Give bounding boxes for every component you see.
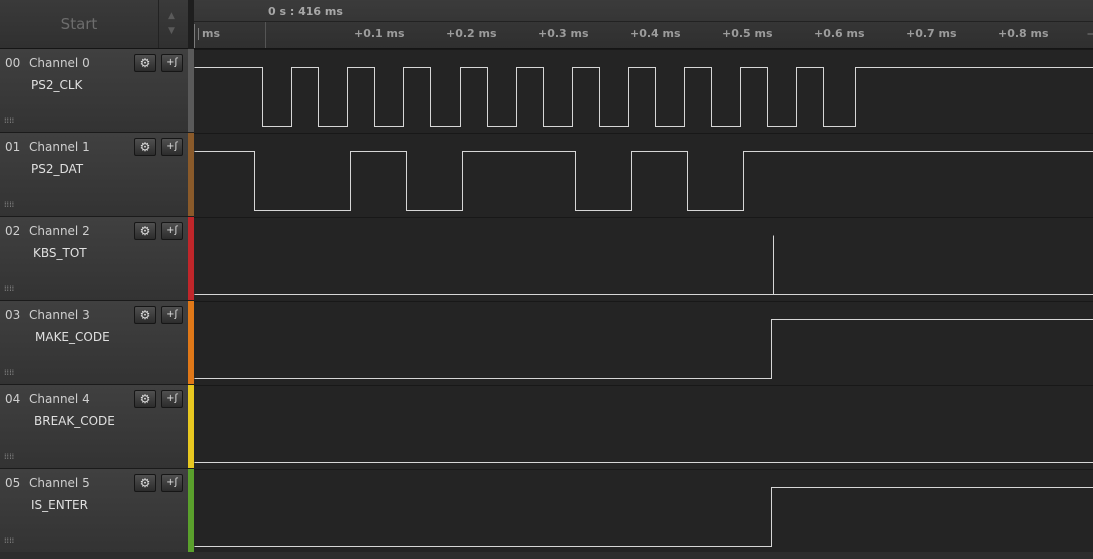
scroll-up-icon[interactable]: ▲ — [168, 12, 175, 21]
ruler-ticks — [194, 22, 1093, 48]
channel-name: Channel 2 — [29, 224, 90, 238]
gear-icon[interactable]: ⚙ — [134, 306, 156, 324]
waveform-make-code — [194, 319, 1093, 379]
trigger-icon[interactable]: +ʃ — [161, 306, 183, 324]
channel-name: Channel 5 — [29, 476, 90, 490]
channel-name: Channel 3 — [29, 308, 90, 322]
channel-number: 04 — [5, 392, 21, 406]
start-scroll[interactable]: ▲ ▼ — [158, 0, 188, 48]
trigger-icon[interactable]: +ʃ — [161, 54, 183, 72]
gear-icon[interactable]: ⚙ — [134, 222, 156, 240]
scroll-down-icon[interactable]: ▼ — [168, 27, 175, 36]
waveform-area[interactable]: 0 s : 416 ms ms +0.1 ms +0.2 ms +0.3 ms … — [194, 0, 1093, 559]
waveform-is-enter — [194, 487, 1093, 547]
gear-icon[interactable]: ⚙ — [134, 138, 156, 156]
channel-number: 02 — [5, 224, 21, 238]
channel-label[interactable]: MAKE_CODE — [35, 330, 110, 344]
waveform-ps2-clk — [194, 67, 1093, 127]
channel-row-4: 04 Channel 4 BREAK_CODE ⚙ +ʃ ⁞⁞⁞⁞ — [0, 385, 188, 469]
drag-handle-icon[interactable]: ⁞⁞⁞⁞ — [4, 452, 14, 461]
trigger-icon[interactable]: +ʃ — [161, 390, 183, 408]
channel-row-1: 01 Channel 1 PS2_DAT ⚙ +ʃ ⁞⁞⁞⁞ — [0, 133, 188, 217]
gear-icon[interactable]: ⚙ — [134, 54, 156, 72]
channel-row-3: 03 Channel 3 MAKE_CODE ⚙ +ʃ ⁞⁞⁞⁞ — [0, 301, 188, 385]
channel-row-0: 00 Channel 0 PS2_CLK ⚙ +ʃ ⁞⁞⁞⁞ — [0, 49, 188, 133]
channel-panel: Start ▲ ▼ 00 Channel 0 PS2_CLK ⚙ +ʃ ⁞⁞⁞⁞… — [0, 0, 188, 559]
start-button[interactable]: Start — [0, 0, 159, 48]
channel-name: Channel 4 — [29, 392, 90, 406]
trigger-icon[interactable]: +ʃ — [161, 474, 183, 492]
drag-handle-icon[interactable]: ⁞⁞⁞⁞ — [4, 536, 14, 545]
waveform-lane[interactable] — [194, 385, 1093, 470]
channel-label[interactable]: KBS_TOT — [33, 246, 87, 260]
channel-row-2: 02 Channel 2 KBS_TOT ⚙ +ʃ ⁞⁞⁞⁞ — [0, 217, 188, 301]
waveform-lane[interactable] — [194, 49, 1093, 134]
channel-label[interactable]: PS2_DAT — [31, 162, 83, 176]
channel-label[interactable]: PS2_CLK — [31, 78, 82, 92]
bottom-edge — [0, 552, 1093, 559]
time-ruler[interactable]: 0 s : 416 ms ms +0.1 ms +0.2 ms +0.3 ms … — [194, 0, 1093, 49]
channel-name: Channel 0 — [29, 56, 90, 70]
trigger-icon[interactable]: +ʃ — [161, 138, 183, 156]
gear-icon[interactable]: ⚙ — [134, 474, 156, 492]
waveform-lane[interactable] — [194, 217, 1093, 302]
drag-handle-icon[interactable]: ⁞⁞⁞⁞ — [4, 116, 14, 125]
channel-name: Channel 1 — [29, 140, 90, 154]
channel-number: 00 — [5, 56, 21, 70]
waveform-ps2-dat — [194, 151, 1093, 211]
waveform-break-code — [194, 462, 1093, 463]
waveform-lane[interactable] — [194, 469, 1093, 554]
channel-row-5: 05 Channel 5 IS_ENTER ⚙ +ʃ ⁞⁞⁞⁞ — [0, 469, 188, 553]
waveform-lane[interactable] — [194, 133, 1093, 218]
trigger-icon[interactable]: +ʃ — [161, 222, 183, 240]
drag-handle-icon[interactable]: ⁞⁞⁞⁞ — [4, 200, 14, 209]
waveform-kbs-tot — [194, 235, 1093, 295]
start-bar: Start ▲ ▼ — [0, 0, 188, 49]
channel-number: 01 — [5, 140, 21, 154]
channel-number: 05 — [5, 476, 21, 490]
gear-icon[interactable]: ⚙ — [134, 390, 156, 408]
channel-label[interactable]: BREAK_CODE — [34, 414, 115, 428]
waveform-lane[interactable] — [194, 301, 1093, 386]
channel-label[interactable]: IS_ENTER — [31, 498, 88, 512]
channel-number: 03 — [5, 308, 21, 322]
drag-handle-icon[interactable]: ⁞⁞⁞⁞ — [4, 284, 14, 293]
drag-handle-icon[interactable]: ⁞⁞⁞⁞ — [4, 368, 14, 377]
